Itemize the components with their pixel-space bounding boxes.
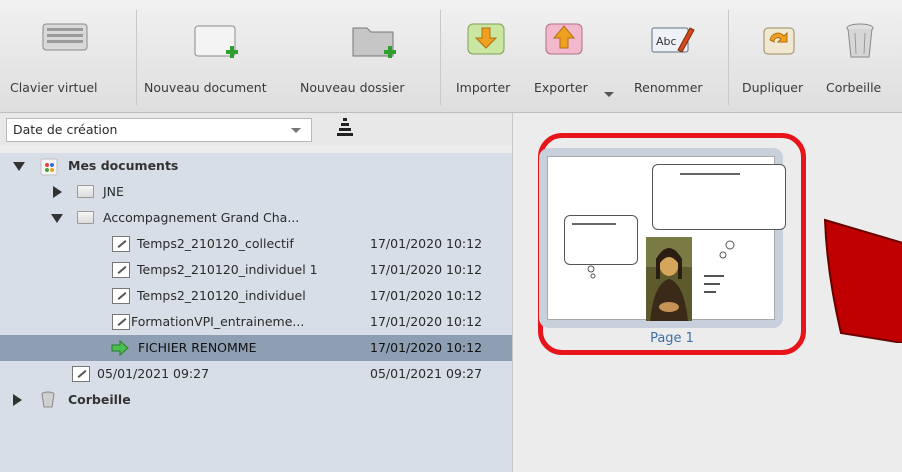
sort-select-value: Date de création <box>13 122 118 137</box>
tree-label-jne: JNE <box>103 184 124 199</box>
documents-icon <box>40 158 58 176</box>
rename-label: Renommer <box>634 80 703 95</box>
document-icon <box>112 288 130 304</box>
file-date: 17/01/2020 10:12 <box>370 288 483 303</box>
expand-icon[interactable] <box>13 162 25 171</box>
trash-icon <box>846 23 874 58</box>
duplicate-button[interactable]: Dupliquer <box>742 0 822 113</box>
file-name: 05/01/2021 09:27 <box>97 366 210 381</box>
toolbar-separator <box>440 10 441 105</box>
red-arrow-shape <box>823 218 902 343</box>
duplicate-label: Dupliquer <box>742 80 804 95</box>
expand-icon[interactable] <box>53 186 62 198</box>
preview-pane: Page 1 <box>512 113 902 472</box>
import-icon <box>467 23 505 55</box>
text-line <box>704 283 720 285</box>
sort-select[interactable]: Date de création <box>6 118 312 142</box>
trash-label: Corbeille <box>826 80 882 95</box>
page-thumbnail[interactable] <box>539 148 786 328</box>
tree-file-row[interactable]: 05/01/2021 09:27 05/01/2021 09:27 <box>0 361 512 387</box>
bubble-tail <box>587 265 596 279</box>
export-label: Exporter <box>534 80 588 95</box>
sort-bar: Date de création <box>0 113 512 145</box>
mona-lisa-image <box>646 237 692 321</box>
import-label: Importer <box>456 80 511 95</box>
tree-file-row[interactable]: Temps2_210120_collectif 17/01/2020 10:12 <box>0 231 512 257</box>
virtual-keyboard-button[interactable]: Clavier virtuel <box>10 0 130 113</box>
virtual-keyboard-label: Clavier virtuel <box>10 80 98 95</box>
tree-item-accompagnement[interactable]: Accompagnement Grand Cha... <box>0 205 512 231</box>
tree-item-mes-documents[interactable]: Mes documents <box>0 153 512 179</box>
sidebar: Date de création Mes documents JNE Accom… <box>0 113 512 472</box>
new-document-button[interactable]: Nouveau document <box>144 0 294 113</box>
document-icon <box>72 366 90 382</box>
file-date: 05/01/2021 09:27 <box>370 366 483 381</box>
new-document-icon <box>194 25 238 58</box>
tree-file-row[interactable]: Temps2_210120_individuel 1 17/01/2020 10… <box>0 257 512 283</box>
file-date: 17/01/2020 10:12 <box>370 236 483 251</box>
export-dropdown-icon[interactable] <box>604 92 614 97</box>
folder-icon <box>77 211 94 224</box>
text-line <box>572 223 616 225</box>
file-name: FICHIER RENOMME <box>138 340 257 355</box>
document-tree: Mes documents JNE Accompagnement Grand C… <box>0 153 512 472</box>
document-icon <box>112 262 130 278</box>
sort-order-icon[interactable] <box>336 117 354 139</box>
file-date: 17/01/2020 10:12 <box>370 314 483 329</box>
rename-icon: Abc <box>651 27 695 53</box>
chevron-down-icon <box>291 128 301 133</box>
export-icon <box>545 23 583 55</box>
document-icon <box>112 236 130 252</box>
tree-file-row-selected[interactable]: FICHIER RENOMME 17/01/2020 10:12 <box>0 335 512 361</box>
file-date: 17/01/2020 10:12 <box>370 262 483 277</box>
collapse-icon[interactable] <box>51 214 63 223</box>
svg-text:Abc: Abc <box>656 35 677 48</box>
file-name: Temps2_210120_individuel 1 <box>137 262 318 277</box>
bubble-tail <box>719 240 735 259</box>
keyboard-icon <box>42 23 88 51</box>
new-document-label: Nouveau document <box>144 80 267 95</box>
import-button[interactable]: Importer <box>456 0 526 113</box>
new-folder-icon <box>352 27 396 58</box>
tree-item-jne[interactable]: JNE <box>0 179 512 205</box>
tree-file-row[interactable]: Temps2_210120_individuel 17/01/2020 10:1… <box>0 283 512 309</box>
tree-label-mes-documents: Mes documents <box>68 158 179 173</box>
duplicate-icon <box>763 27 795 55</box>
tree-item-corbeille[interactable]: Corbeille <box>0 387 512 413</box>
text-line <box>704 275 724 277</box>
folder-icon <box>77 185 94 198</box>
file-name: Temps2_210120_individuel <box>137 288 306 303</box>
new-folder-button[interactable]: Nouveau dossier <box>300 0 425 113</box>
text-line <box>680 173 740 175</box>
file-name: Temps2_210120_collectif <box>137 236 294 251</box>
export-button[interactable]: Exporter <box>534 0 626 113</box>
toolbar-separator <box>136 10 137 105</box>
trash-button[interactable]: Corbeille <box>826 0 896 113</box>
rename-button[interactable]: Abc Renommer <box>632 0 712 113</box>
tree-file-row[interactable]: FormationVPI_entraineme... 17/01/2020 10… <box>0 309 512 335</box>
text-line <box>704 291 716 293</box>
toolbar: Clavier virtuel Nouveau document Nouveau… <box>0 0 902 113</box>
expand-icon[interactable] <box>13 394 22 406</box>
page-label: Page 1 <box>650 331 694 346</box>
new-folder-label: Nouveau dossier <box>300 80 405 95</box>
toolbar-separator <box>728 10 729 105</box>
tree-label-corbeille: Corbeille <box>68 392 131 407</box>
file-date: 17/01/2020 10:12 <box>370 340 483 355</box>
file-name: FormationVPI_entraineme... <box>131 314 305 329</box>
tree-label-accompagnement: Accompagnement Grand Cha... <box>103 210 300 225</box>
document-icon <box>112 314 130 330</box>
arrow-right-icon <box>111 340 129 356</box>
trash-icon <box>41 391 55 408</box>
page-preview <box>547 156 786 321</box>
